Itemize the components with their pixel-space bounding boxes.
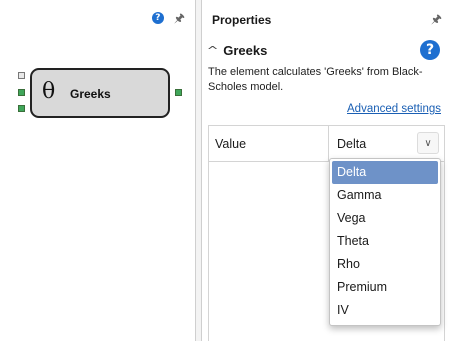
input-port[interactable]: [18, 72, 25, 79]
property-row: Value Delta ∨: [209, 126, 444, 162]
select-value: Delta: [337, 137, 367, 151]
input-port[interactable]: [18, 105, 25, 112]
dropdown-option-vega[interactable]: Vega: [332, 207, 438, 230]
dropdown-option-theta[interactable]: Theta: [332, 230, 438, 253]
pin-icon[interactable]: 🖈: [174, 12, 185, 24]
canvas-panel: ? 🖈 θ Greeks: [0, 0, 196, 341]
value-select[interactable]: Delta ∨: [329, 126, 445, 162]
dropdown-option-iv[interactable]: IV: [332, 299, 438, 322]
value-dropdown-list: Delta Gamma Vega Theta Rho Premium IV: [329, 158, 441, 326]
chevron-up-icon[interactable]: ^: [207, 44, 219, 57]
node-label: Greeks: [70, 87, 111, 101]
dropdown-option-gamma[interactable]: Gamma: [332, 184, 438, 207]
property-label: Value: [215, 137, 247, 151]
panel-title: Properties: [212, 13, 272, 27]
dropdown-option-rho[interactable]: Rho: [332, 253, 438, 276]
help-icon[interactable]: ?: [420, 40, 440, 60]
help-icon[interactable]: ?: [151, 12, 164, 24]
theta-symbol: θ: [42, 79, 56, 104]
dropdown-option-delta[interactable]: Delta: [332, 161, 438, 184]
greeks-node[interactable]: θ Greeks: [30, 68, 170, 118]
element-description: The element calculates 'Greeks' from Bla…: [208, 66, 423, 93]
canvas-toolbar: ? 🖈: [151, 12, 185, 24]
chevron-down-icon[interactable]: ∨: [417, 132, 439, 154]
pin-icon[interactable]: 🖈: [431, 13, 442, 25]
output-port[interactable]: [175, 89, 182, 96]
dropdown-option-premium[interactable]: Premium: [332, 276, 438, 299]
section-title: Greeks: [223, 43, 268, 58]
section-header[interactable]: ^ Greeks: [207, 43, 268, 58]
input-port[interactable]: [18, 89, 25, 96]
advanced-settings-link[interactable]: Advanced settings: [347, 103, 441, 115]
